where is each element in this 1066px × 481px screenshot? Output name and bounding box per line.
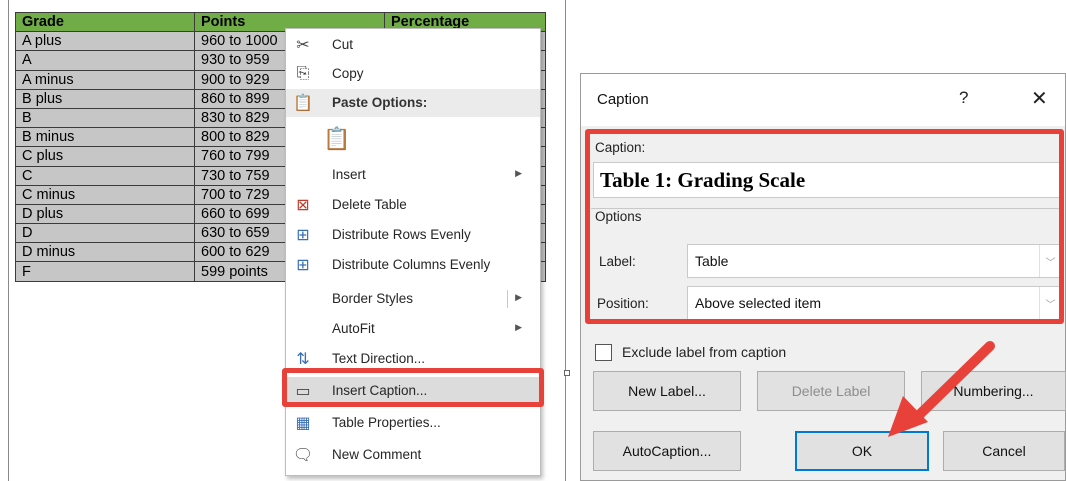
menu-item-label: Text Direction... [332, 351, 426, 366]
highlight-box-caption-options [585, 129, 1064, 324]
distribute-rows-icon: ⊞ [296, 227, 310, 244]
grade-cell[interactable]: D plus [15, 203, 195, 225]
distribute-columns-icon: ⊞ [296, 257, 310, 274]
menu-item-label: Cut [332, 37, 354, 52]
scissors-icon: ✂ [296, 37, 310, 54]
menu-item-label: Delete Table [332, 197, 407, 212]
dialog-titlebar: Caption ? ✕ [581, 74, 1065, 126]
exclude-label-checkbox[interactable] [595, 344, 612, 361]
exclude-label-text[interactable]: Exclude label from caption [622, 344, 786, 360]
grade-cell[interactable]: C [15, 165, 195, 186]
highlight-box-insert-caption [282, 368, 544, 407]
autocaption-button[interactable]: AutoCaption... [593, 431, 741, 471]
menu-header-label: Paste Options: [332, 95, 428, 110]
menu-item-new-comment[interactable]: 🗨 New Comment [286, 441, 540, 469]
menu-item-distribute-rows[interactable]: ⊞ Distribute Rows Evenly [286, 221, 540, 249]
dialog-title: Caption [597, 91, 649, 108]
menu-item-table-properties[interactable]: ▦ Table Properties... [286, 409, 540, 437]
submenu-arrow-icon[interactable]: ▶ [515, 292, 522, 303]
header-grade[interactable]: Grade [15, 11, 195, 33]
paste-keep-formatting-icon: 📋 [323, 126, 351, 151]
table-resize-handle[interactable] [564, 370, 570, 376]
copy-icon: ⎘ [296, 65, 310, 82]
grade-cell[interactable]: C plus [15, 146, 195, 167]
menu-item-border-styles[interactable]: Border Styles ▶ [286, 285, 540, 313]
text-direction-icon: ⇅ [296, 351, 310, 368]
numbering-button[interactable]: Numbering... [921, 371, 1066, 411]
paste-option-keep-formatting[interactable]: 📋 [286, 123, 540, 159]
delete-table-icon: ⊠ [296, 197, 310, 214]
grade-cell[interactable]: A minus [15, 69, 195, 90]
grade-cell[interactable]: B plus [15, 88, 195, 109]
help-button[interactable]: ? [959, 88, 968, 108]
grade-cell[interactable]: A plus [15, 31, 195, 52]
menu-item-autofit[interactable]: AutoFit ▶ [286, 315, 540, 343]
cancel-button[interactable]: Cancel [943, 431, 1065, 471]
ok-button[interactable]: OK [795, 431, 929, 471]
menu-item-delete-table[interactable]: ⊠ Delete Table [286, 191, 540, 219]
menu-item-label: Border Styles [332, 291, 414, 306]
table-properties-icon: ▦ [295, 415, 311, 432]
grade-cell[interactable]: A [15, 50, 195, 71]
grade-cell[interactable]: B [15, 107, 195, 129]
menu-item-label: AutoFit [332, 321, 375, 336]
menu-item-label: Distribute Rows Evenly [332, 227, 471, 242]
new-comment-icon: 🗨 [292, 447, 314, 464]
menu-item-cut[interactable]: ✂ Cut [286, 31, 540, 59]
menu-item-copy[interactable]: ⎘ Copy [286, 60, 540, 88]
menu-item-label: Copy [332, 66, 364, 81]
menu-item-label: Table Properties... [332, 415, 441, 430]
paste-icon: 📋 [293, 95, 313, 112]
new-label-button[interactable]: New Label... [593, 371, 741, 411]
grade-cell[interactable]: D [15, 223, 195, 244]
grade-cell[interactable]: C minus [15, 184, 195, 205]
menu-item-distribute-columns[interactable]: ⊞ Distribute Columns Evenly [286, 251, 540, 279]
split-divider [507, 290, 508, 308]
delete-label-button[interactable]: Delete Label [757, 371, 905, 411]
context-menu: ✂ Cut ⎘ Copy 📋 Paste Options: 📋 Insert ▶… [285, 28, 541, 476]
grade-cell[interactable]: F [15, 261, 195, 282]
submenu-arrow-icon: ▶ [515, 322, 522, 332]
menu-item-label: Insert [332, 167, 366, 182]
menu-item-label: New Comment [332, 447, 422, 462]
submenu-arrow-icon: ▶ [515, 168, 522, 178]
menu-item-label: Distribute Columns Evenly [332, 257, 491, 272]
grade-cell[interactable]: D minus [15, 242, 195, 263]
menu-item-insert[interactable]: Insert ▶ [286, 161, 540, 189]
close-button[interactable]: ✕ [1031, 86, 1048, 111]
grade-cell[interactable]: B minus [15, 127, 195, 148]
menu-header-paste-options: 📋 Paste Options: [286, 89, 540, 117]
